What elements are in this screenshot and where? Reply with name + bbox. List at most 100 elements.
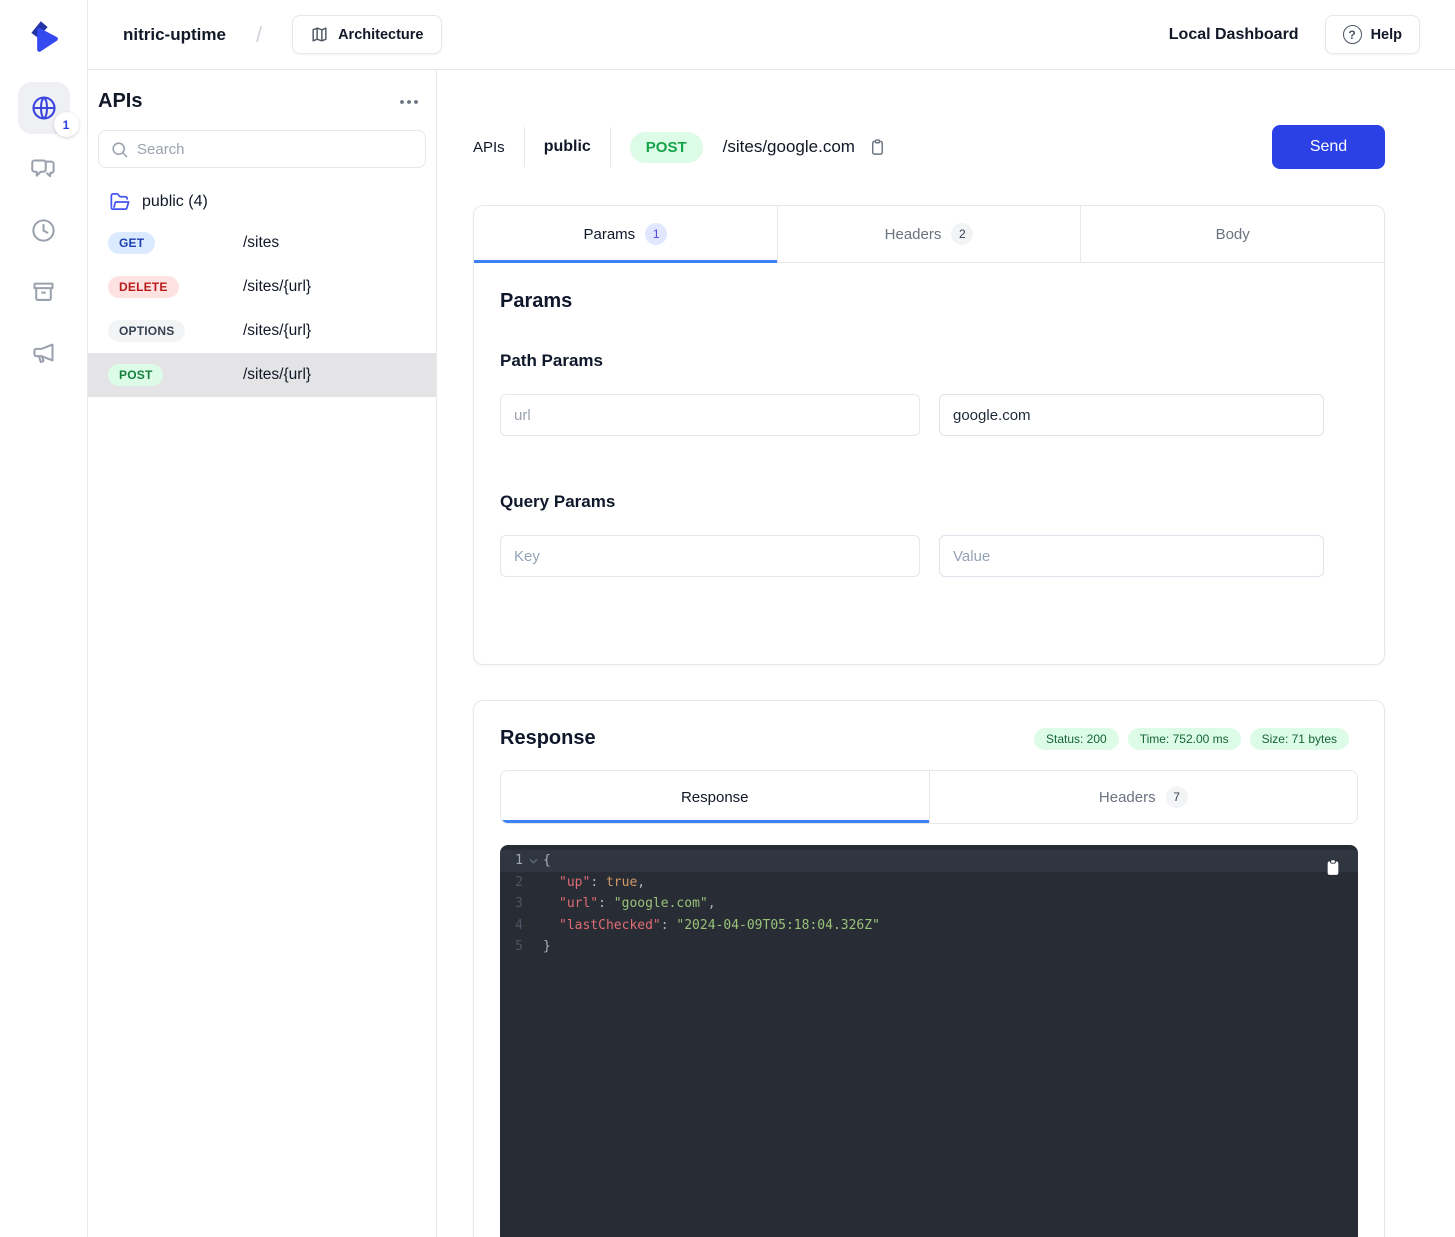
endpoint-path: /sites xyxy=(243,234,436,252)
project-name: nitric-uptime xyxy=(123,25,226,45)
code-text: "url": "google.com", xyxy=(543,896,716,911)
endpoint-list: GET /sites DELETE /sites/{url} OPTIONS /… xyxy=(88,221,436,397)
response-body-editor[interactable]: 1 { 2 "up": true, 3 xyxy=(500,845,1358,1237)
method-badge: GET xyxy=(108,232,155,254)
method-badge: DELETE xyxy=(108,276,179,298)
send-button[interactable]: Send xyxy=(1272,125,1385,169)
tab-response[interactable]: Response xyxy=(501,771,930,823)
line-number: 4 xyxy=(509,918,523,933)
line-number: 2 xyxy=(509,875,523,890)
query-params-heading: Query Params xyxy=(500,492,1358,512)
breadcrumb-api-name: public xyxy=(544,138,591,156)
line-number: 5 xyxy=(509,939,523,954)
copy-response-button[interactable] xyxy=(1325,858,1341,877)
sidebar-item-apis[interactable]: 1 xyxy=(18,82,70,134)
apis-panel-title: APIs xyxy=(98,90,142,113)
tab-body[interactable]: Body xyxy=(1081,206,1384,262)
architecture-button[interactable]: Architecture xyxy=(292,15,441,54)
request-method-badge: POST xyxy=(630,132,703,163)
request-workspace: APIs public POST /sites/google.com Send xyxy=(437,70,1455,1237)
globe-icon xyxy=(30,94,58,122)
folder-label: public (4) xyxy=(142,193,208,211)
sidebar-item-schedules[interactable] xyxy=(18,204,70,256)
endpoint-path: /sites/{url} xyxy=(243,322,436,340)
help-label: Help xyxy=(1371,27,1402,43)
endpoint-delete-sites-url[interactable]: DELETE /sites/{url} xyxy=(88,265,436,309)
clipboard-icon xyxy=(1325,858,1341,877)
response-tabs: Response Headers 7 xyxy=(500,770,1358,824)
sidebar-nav: 1 xyxy=(18,82,70,383)
code-line: 2 "up": true, xyxy=(500,872,1358,894)
code-line: 4 "lastChecked": "2024-04-09T05:18:04.32… xyxy=(500,915,1358,937)
ellipsis-icon xyxy=(398,98,420,106)
params-heading: Params xyxy=(500,290,1358,313)
breadcrumb-separator: / xyxy=(256,22,262,48)
tab-params[interactable]: Params 1 xyxy=(474,206,778,262)
map-icon xyxy=(310,25,329,44)
code-line: 1 { xyxy=(500,850,1358,872)
path-param-key-input[interactable] xyxy=(500,394,920,436)
help-button[interactable]: Help xyxy=(1325,15,1420,54)
code-line: 3 "url": "google.com", xyxy=(500,893,1358,915)
endpoint-post-sites-url[interactable]: POST /sites/{url} xyxy=(88,353,436,397)
divider xyxy=(610,127,611,167)
response-heading: Response xyxy=(500,727,596,750)
request-bar: APIs public POST /sites/google.com Send xyxy=(473,125,1385,169)
top-header: nitric-uptime / Architecture Local Dashb… xyxy=(88,0,1455,70)
endpoint-get-sites[interactable]: GET /sites xyxy=(88,221,436,265)
app-window: 1 xyxy=(0,0,1455,1237)
clock-icon xyxy=(30,217,57,244)
tab-label: Body xyxy=(1216,226,1250,243)
endpoint-options-sites-url[interactable]: OPTIONS /sites/{url} xyxy=(88,309,436,353)
response-badges: Status: 200 Time: 752.00 ms Size: 71 byt… xyxy=(1034,728,1349,750)
breadcrumb-apis: APIs xyxy=(473,139,505,156)
request-tabs: Params 1 Headers 2 Body xyxy=(474,206,1384,263)
status-badge: Status: 200 xyxy=(1034,728,1119,750)
tab-label: Headers xyxy=(1099,789,1156,806)
nitric-logo-icon xyxy=(23,15,65,57)
tab-count-badge: 1 xyxy=(645,223,667,245)
query-param-value-input[interactable] xyxy=(939,535,1324,577)
api-search xyxy=(98,130,426,168)
size-badge: Size: 71 bytes xyxy=(1250,728,1349,750)
chat-icon xyxy=(30,156,57,183)
response-card: Response Status: 200 Time: 752.00 ms Siz… xyxy=(473,700,1385,1237)
architecture-label: Architecture xyxy=(338,27,423,43)
code-line: 5 } xyxy=(500,936,1358,958)
code-text: } xyxy=(543,939,551,954)
content-area: APIs xyxy=(88,70,1455,1237)
tab-response-headers[interactable]: Headers 7 xyxy=(930,771,1358,823)
query-param-key-input[interactable] xyxy=(500,535,920,577)
time-badge: Time: 752.00 ms xyxy=(1128,728,1241,750)
tab-label: Response xyxy=(681,789,749,806)
search-input[interactable] xyxy=(137,141,414,158)
archive-icon xyxy=(30,278,57,305)
copy-path-button[interactable] xyxy=(868,137,887,157)
sidebar-item-storage[interactable] xyxy=(18,265,70,317)
tab-label: Params xyxy=(583,226,635,243)
nitric-logo[interactable] xyxy=(22,14,66,58)
method-badge: POST xyxy=(108,364,163,386)
request-path: /sites/google.com xyxy=(723,137,855,157)
tab-count-badge: 7 xyxy=(1166,786,1188,808)
megaphone-icon xyxy=(30,339,57,366)
main-column: nitric-uptime / Architecture Local Dashb… xyxy=(88,0,1455,1237)
folder-open-icon xyxy=(108,190,131,213)
apis-panel: APIs xyxy=(88,70,437,1237)
sidebar-item-topics[interactable] xyxy=(18,326,70,378)
tab-count-badge: 2 xyxy=(951,223,973,245)
divider xyxy=(524,127,525,167)
path-param-value-input[interactable] xyxy=(939,394,1324,436)
apis-menu-button[interactable] xyxy=(394,94,424,110)
search-icon xyxy=(110,140,129,159)
help-icon xyxy=(1343,25,1362,44)
api-folder-public[interactable]: public (4) xyxy=(98,190,426,213)
fold-chevron-icon[interactable] xyxy=(523,858,543,864)
endpoint-path: /sites/{url} xyxy=(243,278,436,296)
line-number: 3 xyxy=(509,896,523,911)
sidebar-item-chat[interactable] xyxy=(18,143,70,195)
request-card: Params 1 Headers 2 Body Params Pa xyxy=(473,205,1385,665)
tab-headers[interactable]: Headers 2 xyxy=(778,206,1082,262)
method-badge: OPTIONS xyxy=(108,320,185,342)
line-number: 1 xyxy=(509,853,523,868)
